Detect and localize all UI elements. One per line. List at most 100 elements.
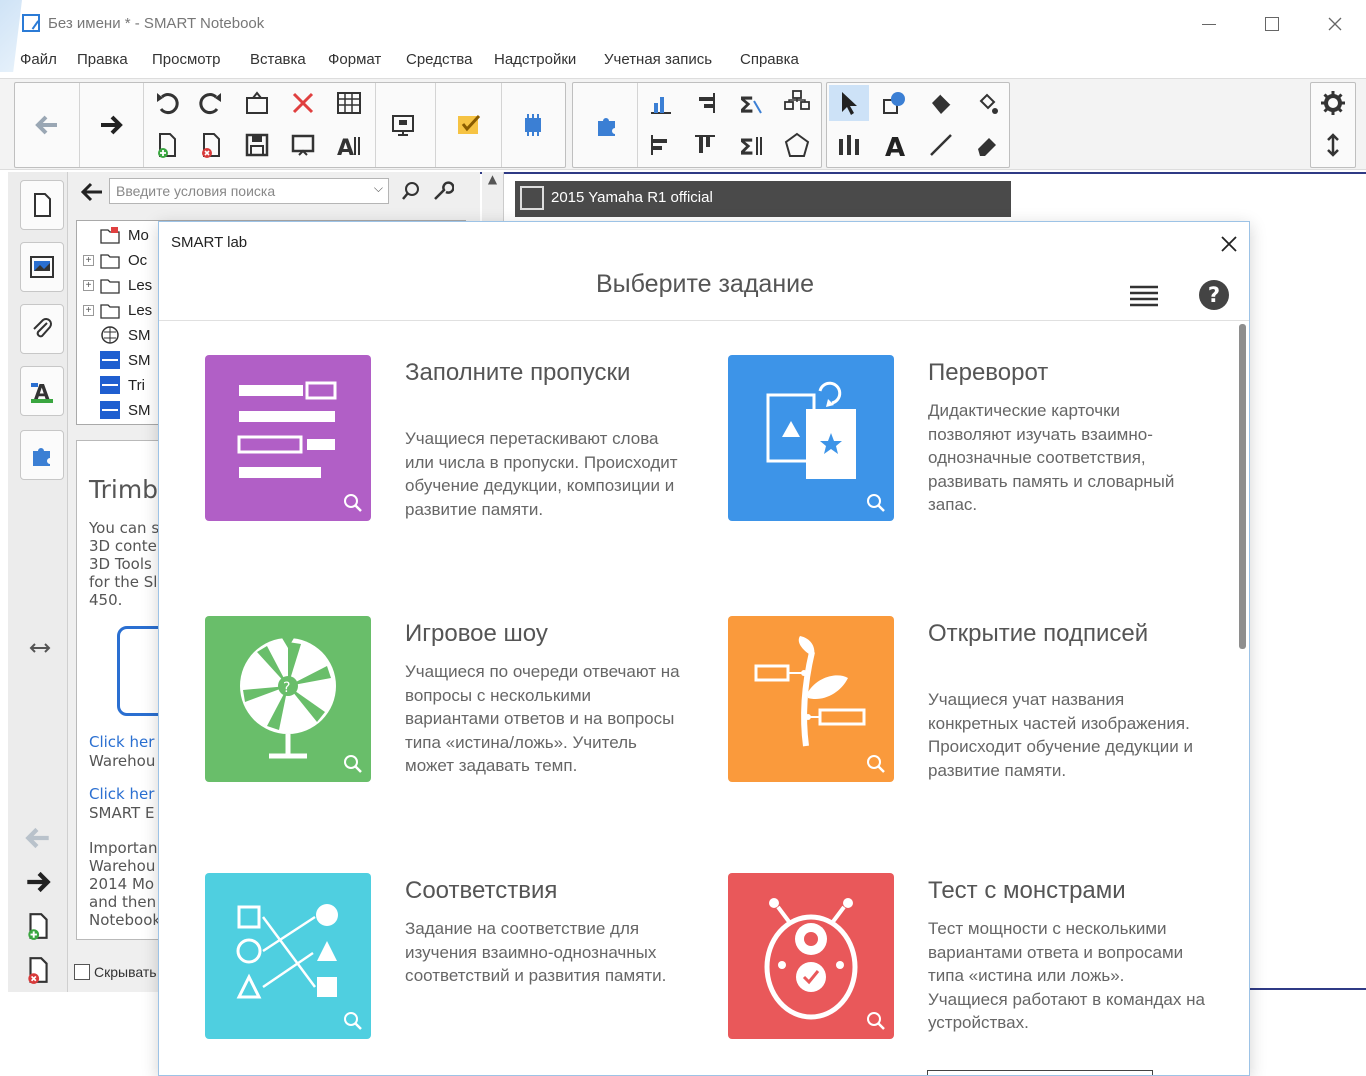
add-page-rail-button[interactable] <box>20 908 56 944</box>
canvas-scrollbar[interactable]: ▲ <box>482 172 504 222</box>
select-tool-button[interactable] <box>829 85 869 121</box>
tree-item[interactable]: SM <box>83 348 151 372</box>
addons-tab[interactable] <box>20 430 64 480</box>
search-button[interactable] <box>400 180 424 204</box>
align-right-button[interactable] <box>685 85 725 121</box>
magnifier-icon[interactable] <box>866 1011 886 1031</box>
menu-addons[interactable]: Надстройки <box>494 51 576 68</box>
tree-item[interactable]: + Les <box>83 273 152 297</box>
line-tool-button[interactable] <box>921 127 961 163</box>
hide-automatically-checkbox[interactable]: Скрывать <box>74 964 157 980</box>
previous-page-button[interactable] <box>27 107 67 143</box>
tree-item[interactable]: + Les <box>83 298 152 322</box>
expand-icon[interactable]: + <box>83 304 94 316</box>
game-show-tile[interactable]: ? <box>205 616 371 782</box>
chevron-down-icon[interactable]: ⌵ <box>374 181 383 196</box>
monster-quiz-tile[interactable] <box>728 873 894 1039</box>
text-tool-button[interactable]: A <box>875 127 915 163</box>
gallery-tools-button[interactable] <box>432 180 456 204</box>
scroll-up-icon[interactable]: ▲ <box>482 172 503 186</box>
addons-button[interactable] <box>513 107 553 143</box>
tree-item[interactable]: Tri <box>83 373 145 397</box>
magnifier-icon[interactable] <box>866 493 886 513</box>
page-sorter-tab[interactable] <box>20 180 64 230</box>
info-link-2[interactable]: Click her <box>89 785 154 803</box>
shape-tool-button[interactable] <box>875 85 915 121</box>
flowchart-button[interactable] <box>777 85 817 121</box>
menu-file[interactable]: Файл <box>20 51 57 68</box>
fill-blanks-tile[interactable] <box>205 355 371 521</box>
gallery-back-button[interactable] <box>78 178 106 206</box>
gallery-tab[interactable] <box>20 242 64 292</box>
resize-panel-handle[interactable] <box>22 630 58 666</box>
tree-item[interactable]: Mo <box>83 223 149 247</box>
eraser-shape-button[interactable] <box>921 85 961 121</box>
move-toolbar-button[interactable] <box>1313 127 1353 163</box>
response-button[interactable] <box>449 107 489 143</box>
close-window-button[interactable] <box>1312 8 1358 40</box>
properties-tab[interactable]: A <box>20 366 64 416</box>
magnifier-icon[interactable] <box>866 754 886 774</box>
expand-icon[interactable]: + <box>83 279 94 291</box>
delete-button[interactable] <box>283 85 323 121</box>
expand-icon[interactable]: + <box>83 254 94 266</box>
dialog-close-button[interactable] <box>1215 230 1243 258</box>
open-file-button[interactable] <box>237 85 277 121</box>
text-recognition-button[interactable]: A <box>329 127 369 163</box>
undo-button[interactable] <box>147 85 187 121</box>
save-button[interactable] <box>237 127 277 163</box>
magnifier-icon[interactable] <box>343 754 363 774</box>
attachments-tab[interactable] <box>20 304 64 354</box>
tree-item[interactable]: SM <box>83 398 151 422</box>
activity-card-fill-blanks[interactable]: Заполните пропуски Учащиеся перетаскиваю… <box>205 355 685 595</box>
chart-button[interactable] <box>641 85 681 121</box>
next-page-button[interactable] <box>91 107 131 143</box>
checkbox[interactable] <box>74 964 90 980</box>
activity-card-game-show[interactable]: ? Игровое шоу Учащиеся по очереди отвеча… <box>205 616 685 856</box>
gallery-search-input[interactable]: Введите условия поиска ⌵ <box>109 178 389 204</box>
activity-card-flip[interactable]: Переворот Дидактические карточки позволя… <box>728 355 1208 595</box>
minimize-button[interactable] <box>1186 8 1232 40</box>
matching-tile[interactable] <box>205 873 371 1039</box>
settings-button[interactable] <box>1313 85 1353 121</box>
previous-page-rail-button[interactable] <box>20 820 56 856</box>
lesson-activity-button[interactable] <box>587 107 627 143</box>
activity-card-monster-quiz[interactable]: Тест с монстрами Тест мощности с несколь… <box>728 873 1208 1075</box>
next-page-rail-button[interactable] <box>20 864 56 900</box>
display-button[interactable] <box>383 107 423 143</box>
activity-card-matching[interactable]: Соответствия Задание на соответствие для… <box>205 873 685 1075</box>
dialog-help-button[interactable]: ? <box>1199 280 1229 310</box>
menu-format[interactable]: Формат <box>328 51 381 68</box>
info-link-1[interactable]: Click her <box>89 733 154 751</box>
menu-account[interactable]: Учетная запись <box>604 51 712 68</box>
menu-edit[interactable]: Правка <box>77 51 128 68</box>
menu-tools[interactable]: Средства <box>406 51 472 68</box>
align-top-button[interactable] <box>685 127 725 163</box>
redo-button[interactable] <box>191 85 231 121</box>
math-sum-button[interactable]: Σ <box>731 85 771 121</box>
menu-view[interactable]: Просмотр <box>152 51 221 68</box>
delete-page-rail-button[interactable] <box>20 952 56 988</box>
add-page-button[interactable] <box>147 127 187 163</box>
dialog-scrollbar[interactable] <box>1239 324 1246 649</box>
label-reveal-tile[interactable] <box>728 616 894 782</box>
fill-tool-button[interactable] <box>967 85 1007 121</box>
magnifier-icon[interactable] <box>343 493 363 513</box>
maximize-button[interactable] <box>1249 8 1295 40</box>
polygon-button[interactable] <box>777 127 817 163</box>
math-sum-vertical-button[interactable]: Σ <box>731 127 771 163</box>
tree-item[interactable]: + Oc <box>83 248 147 272</box>
activity-card-label-reveal[interactable]: Открытие подписей Учащиеся учат названия… <box>728 616 1208 856</box>
delete-page-button[interactable] <box>191 127 231 163</box>
flip-tile[interactable] <box>728 355 894 521</box>
insert-table-button[interactable] <box>329 85 369 121</box>
eraser-tool-button[interactable] <box>967 127 1007 163</box>
video-expand-icon[interactable] <box>520 186 544 210</box>
dialog-menu-button[interactable] <box>1129 284 1159 308</box>
menu-help[interactable]: Справка <box>740 51 799 68</box>
tree-item[interactable]: SM <box>83 323 151 347</box>
magnifier-icon[interactable] <box>343 1011 363 1031</box>
video-object[interactable]: 2015 Yamaha R1 official <box>515 181 1011 217</box>
pens-tool-button[interactable] <box>829 127 869 163</box>
menu-insert[interactable]: Вставка <box>250 51 306 68</box>
